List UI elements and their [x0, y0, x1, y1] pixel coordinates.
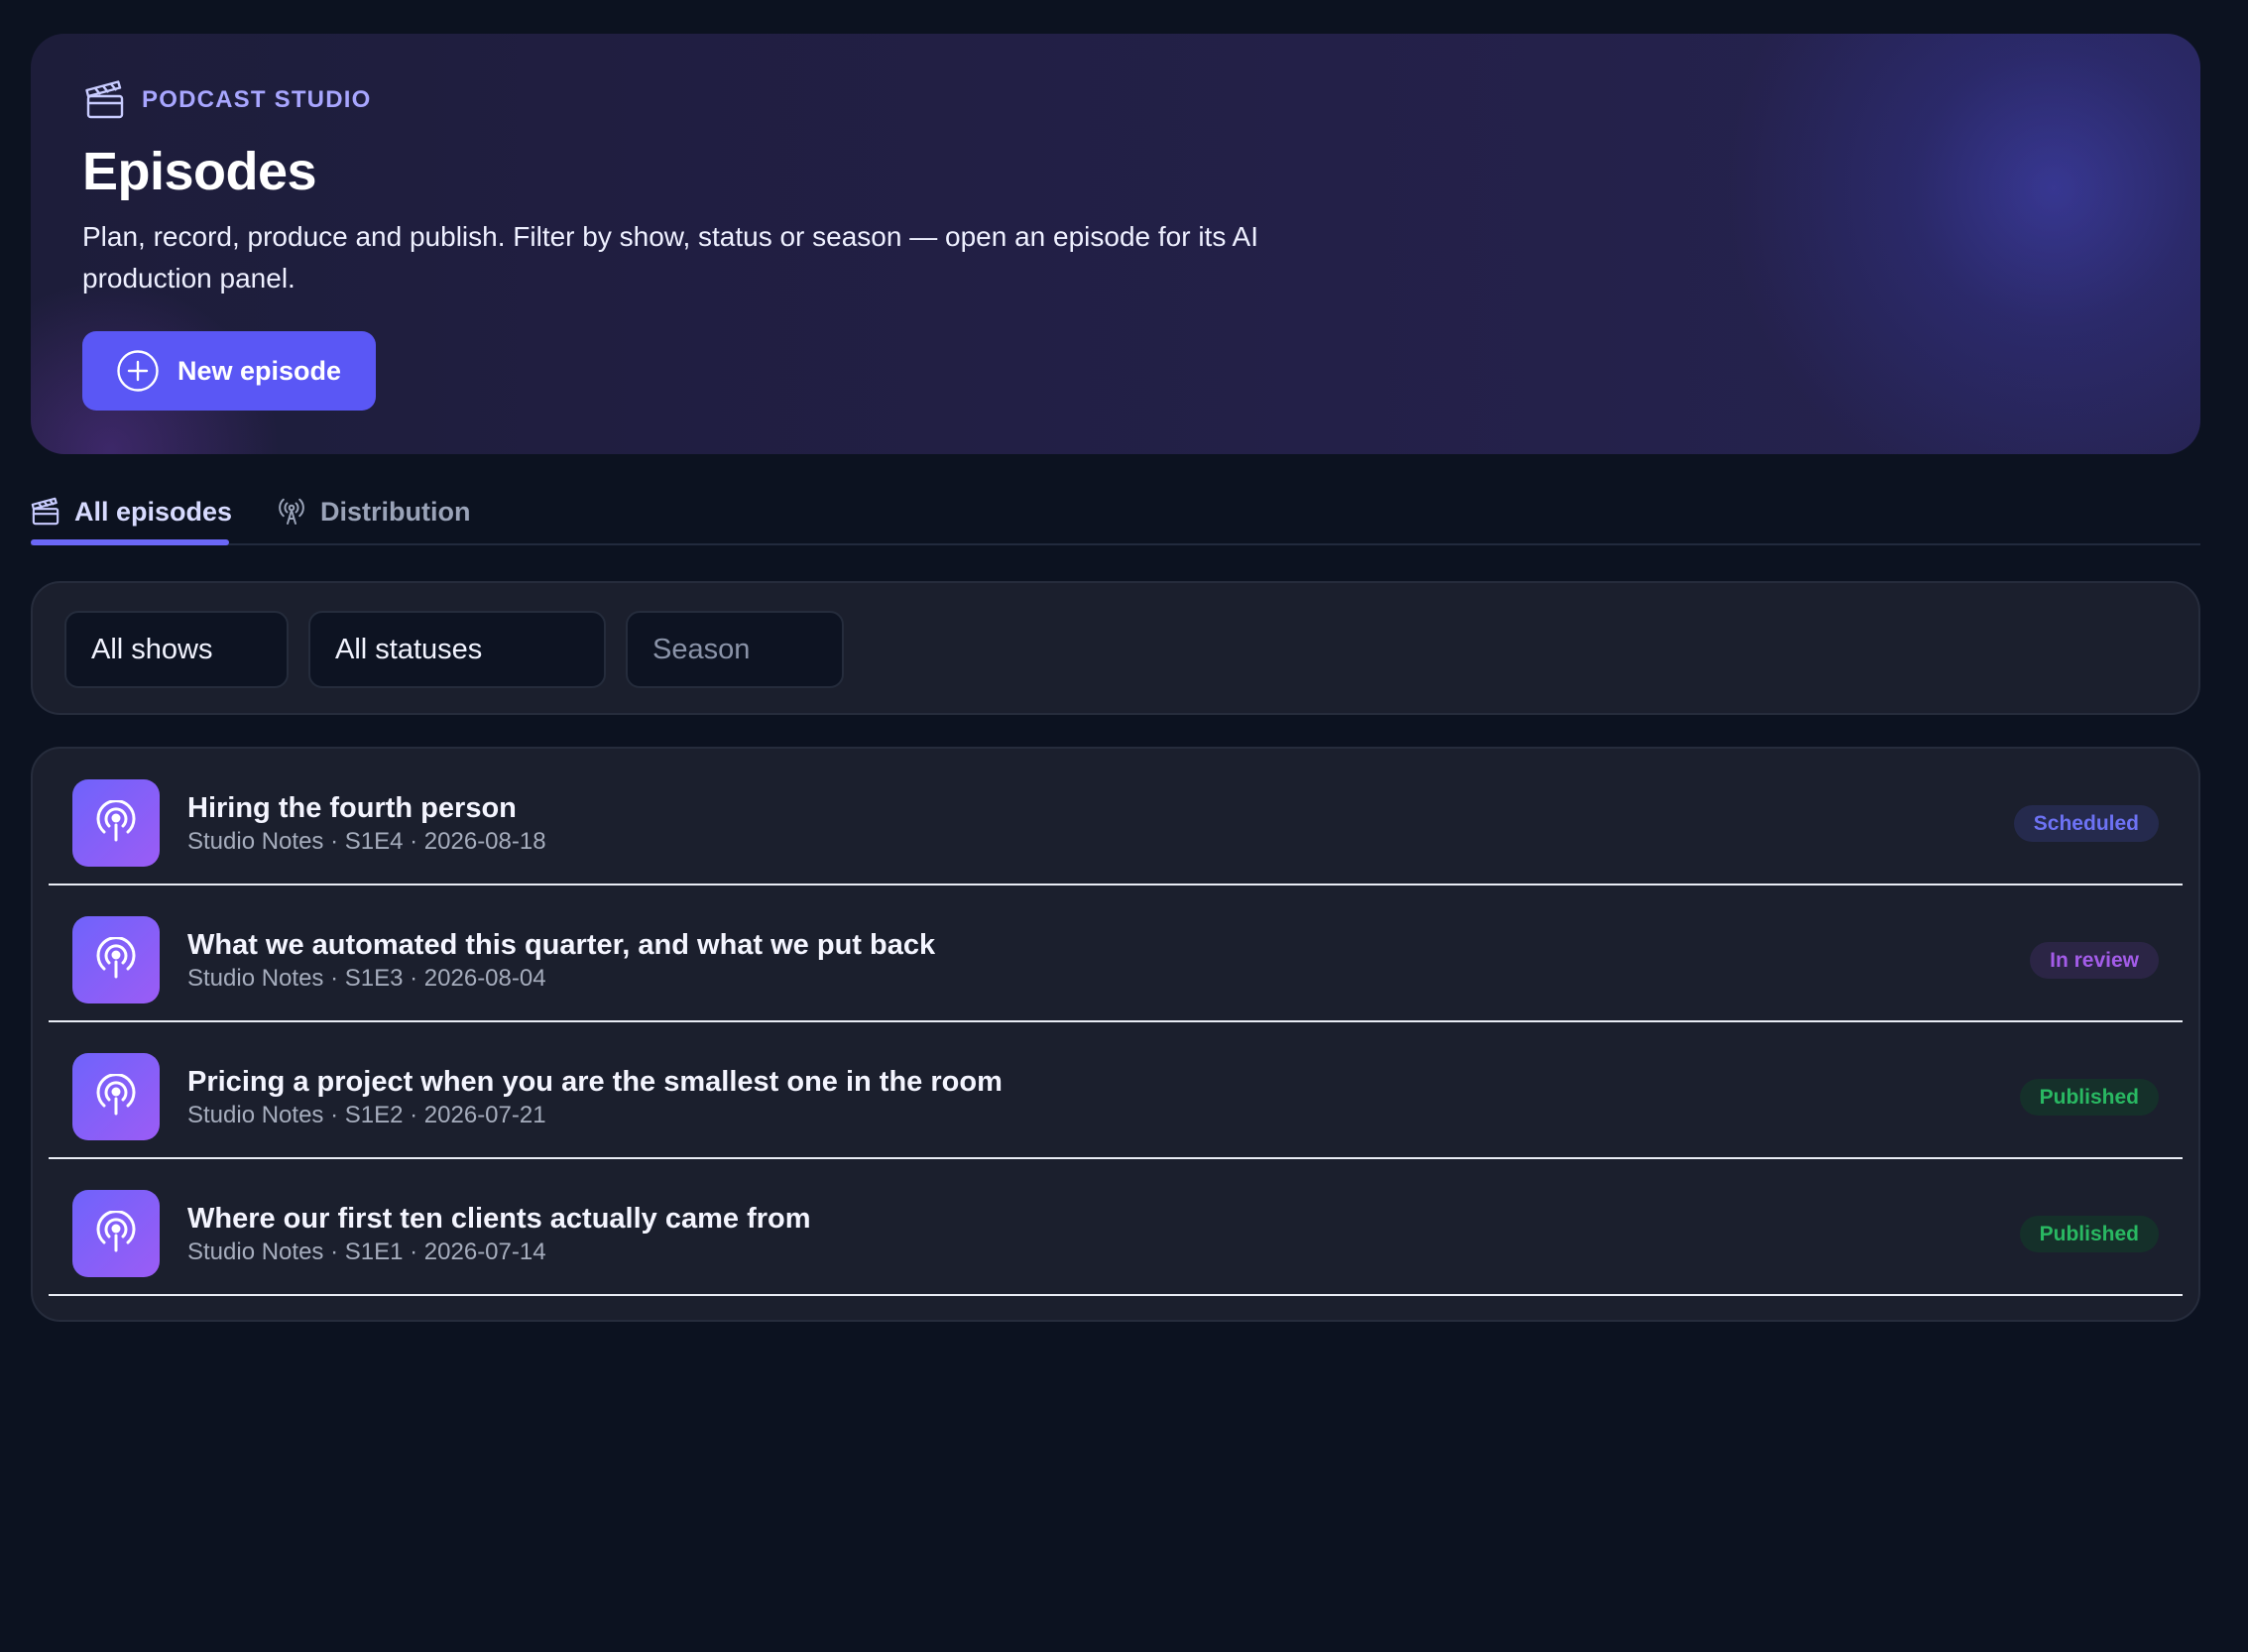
- episode-show: Studio Notes: [187, 1102, 324, 1128]
- episode-artwork: [72, 779, 160, 867]
- episode-title: What we automated this quarter, and what…: [187, 929, 936, 961]
- episode-code: S1E1: [344, 1239, 404, 1265]
- episode-code: S1E3: [344, 965, 404, 992]
- episode-date: 2026-07-21: [423, 1102, 546, 1128]
- episode-code: S1E4: [344, 828, 404, 855]
- episode-title: Hiring the fourth person: [187, 792, 517, 824]
- episode-list: Hiring the fourth person Studio Notes · …: [31, 747, 2200, 1322]
- episode-show: Studio Notes: [187, 965, 324, 992]
- clapperboard-icon: [31, 497, 60, 527]
- podcast-icon: [93, 936, 139, 983]
- eyebrow-label: PODCAST STUDIO: [142, 86, 372, 113]
- new-episode-label: New episode: [177, 355, 342, 386]
- episode-title: Where our first ten clients actually cam…: [187, 1203, 811, 1235]
- episode-artwork: [72, 1053, 160, 1140]
- episode-date: 2026-07-14: [423, 1239, 546, 1265]
- status-badge: Published: [2019, 1079, 2159, 1116]
- episode-meta: Studio Notes · S1E1 · 2026-07-14: [187, 1239, 546, 1265]
- episode-row[interactable]: Where our first ten clients actually cam…: [49, 1159, 2183, 1296]
- episode-meta: Studio Notes · S1E4 · 2026-08-18: [187, 828, 546, 855]
- episode-row[interactable]: Pricing a project when you are the small…: [49, 1022, 2183, 1159]
- status-filter-select[interactable]: All statuses: [308, 611, 606, 688]
- plus-circle-icon: [116, 349, 160, 393]
- episode-title: Pricing a project when you are the small…: [187, 1066, 1003, 1098]
- episode-meta: Studio Notes · S1E3 · 2026-08-04: [187, 965, 546, 992]
- episode-meta: Studio Notes · S1E2 · 2026-07-21: [187, 1102, 546, 1128]
- episode-row[interactable]: What we automated this quarter, and what…: [49, 885, 2183, 1022]
- filter-bar: All shows All statuses Season: [31, 581, 2200, 715]
- broadcast-icon: [277, 497, 306, 527]
- show-filter-select[interactable]: All shows: [64, 611, 289, 688]
- active-tab-indicator: [31, 539, 229, 545]
- tab-distribution[interactable]: Distribution: [277, 490, 470, 533]
- status-badge: Scheduled: [2013, 805, 2159, 842]
- episode-show: Studio Notes: [187, 1239, 324, 1265]
- episode-date: 2026-08-18: [423, 828, 546, 855]
- season-filter-input[interactable]: Season: [626, 611, 844, 688]
- episode-row[interactable]: Hiring the fourth person Studio Notes · …: [49, 749, 2183, 885]
- page-description: Plan, record, produce and publish. Filte…: [82, 221, 1259, 294]
- episode-artwork: [72, 1190, 160, 1277]
- podcast-icon: [93, 799, 139, 846]
- episode-artwork: [72, 916, 160, 1003]
- episode-code: S1E2: [344, 1102, 404, 1128]
- episode-date: 2026-08-04: [423, 965, 546, 992]
- tab-label: Distribution: [320, 496, 471, 527]
- hero-banner: PODCAST STUDIO Episodes Plan, record, pr…: [31, 34, 2200, 454]
- tab-bar: All episodes Distribution: [31, 474, 2200, 545]
- status-badge: In review: [2030, 942, 2159, 979]
- page-title: Episodes: [82, 142, 317, 201]
- eyebrow: PODCAST STUDIO: [84, 79, 371, 121]
- tab-label: All episodes: [74, 496, 233, 527]
- podcast-icon: [93, 1073, 139, 1120]
- page: PODCAST STUDIO Episodes Plan, record, pr…: [0, 0, 2248, 1652]
- podcast-icon: [93, 1210, 139, 1256]
- status-badge: Published: [2019, 1216, 2159, 1252]
- new-episode-button[interactable]: New episode: [82, 331, 376, 411]
- episode-show: Studio Notes: [187, 828, 324, 855]
- clapperboard-icon: [84, 79, 126, 121]
- tab-all-episodes[interactable]: All episodes: [31, 490, 232, 533]
